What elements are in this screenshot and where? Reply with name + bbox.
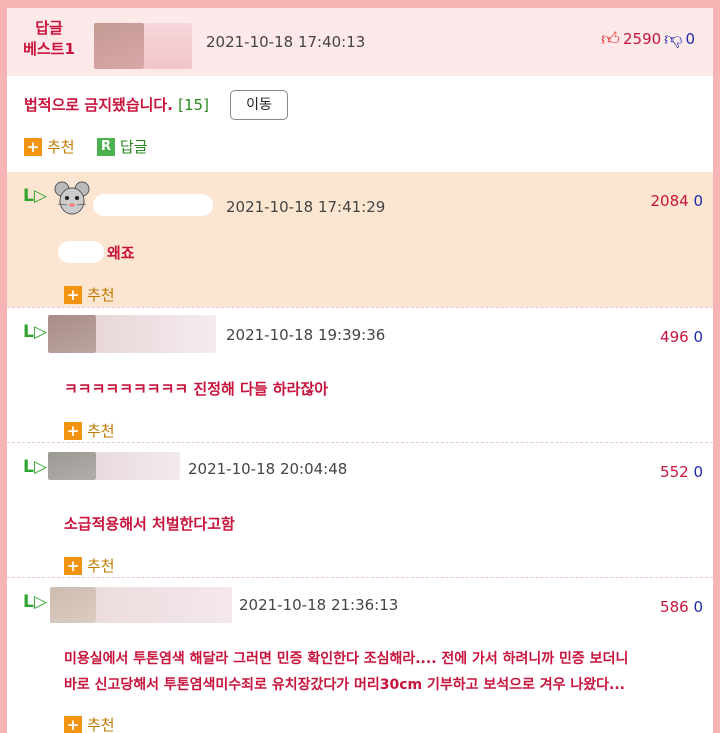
plus-icon: + — [64, 421, 82, 440]
reply-date: 2021-10-18 19:39:36 — [226, 326, 386, 344]
reply-text-line2: 바로 신고당해서 투톤염색미수죄로 유치장갔다가 머리30cm 기부하고 보석으… — [64, 677, 625, 693]
plus-icon: + — [24, 137, 42, 156]
reply-votes: 586 0 — [660, 598, 703, 616]
thumbs-up-icon[interactable]: 👍︎ — [601, 28, 620, 50]
reply-date: 2021-10-18 21:36:13 — [239, 596, 399, 614]
reply-date: 2021-10-18 20:04:48 — [188, 460, 348, 478]
best-label-line2: 베스트1 — [23, 40, 75, 58]
recommend-button[interactable]: + 추천 — [64, 555, 115, 576]
recommend-button[interactable]: + 추천 — [24, 136, 75, 157]
reply-arrow-icon: L▷ — [23, 322, 47, 342]
upvote-count: 2590 — [622, 30, 662, 48]
downvote-count: 0 — [693, 598, 703, 616]
recommend-label: 추천 — [47, 138, 75, 156]
downvote-count: 0 — [685, 30, 695, 48]
best-reply-header: 답글 베스트1 2021-10-18 17:40:13 👍︎ 2590 👎︎ 0 — [7, 8, 713, 76]
r-icon: R — [97, 137, 115, 156]
reply-item: L▷ 2021-10-18 21:36:13 586 0 미용실에서 투톤염색 … — [7, 578, 713, 733]
recommend-button[interactable]: + 추천 — [64, 284, 115, 305]
upvote-count: 586 — [660, 598, 689, 616]
reply-label: 답글 — [120, 138, 148, 156]
reply-text: 미용실에서 투톤염색 해달라 그러면 민증 확인한다 조심해라.... 전에 가… — [64, 646, 628, 698]
author-avatar-blurred — [50, 587, 96, 623]
recommend-button[interactable]: + 추천 — [64, 714, 115, 733]
plus-icon: + — [64, 556, 82, 575]
reply-item: L▷ 2021-10-18 19:39:36 496 0 ㅋㅋㅋㅋㅋㅋㅋㅋㅋ 진… — [7, 308, 713, 442]
post-title-text: 법적으로 금지됐습니다. — [24, 96, 173, 114]
reply-button[interactable]: R 답글 — [97, 136, 148, 157]
reply-item: L▷ 2021-10-18 17:41:29 2084 0 왜죠 + 추천 — [7, 172, 713, 307]
best-label-line1: 답글 — [35, 19, 63, 37]
author-name-blurred — [93, 194, 213, 216]
author-name-blurred — [96, 452, 180, 480]
upvote-count: 496 — [660, 328, 689, 346]
reply-arrow-icon: L▷ — [23, 592, 47, 612]
reply-text: ㅋㅋㅋㅋㅋㅋㅋㅋㅋ 진정해 다들 하라잖아 — [64, 380, 329, 398]
author-name-blurred — [144, 23, 192, 69]
author-avatar-blurred — [48, 452, 96, 480]
author-name-blurred — [96, 587, 232, 623]
post-title[interactable]: 법적으로 금지됐습니다. [15] — [24, 94, 209, 115]
reply-arrow-icon: L▷ — [23, 186, 47, 206]
reply-arrow-icon: L▷ — [23, 457, 47, 477]
upvote-count: 552 — [660, 463, 689, 481]
reply-text: 소급적용해서 처벌한다고함 — [64, 515, 235, 533]
downvote-count: 0 — [693, 192, 703, 210]
recommend-label: 추천 — [87, 557, 115, 575]
best-date: 2021-10-18 17:40:13 — [206, 33, 366, 51]
recommend-label: 추천 — [87, 422, 115, 440]
thumbs-down-icon[interactable]: 👎︎ — [664, 28, 682, 50]
reply-date: 2021-10-18 17:41:29 — [226, 198, 386, 216]
plus-icon: + — [64, 285, 82, 304]
reply-votes: 552 0 — [660, 463, 703, 481]
reply-votes: 496 0 — [660, 328, 703, 346]
recommend-label: 추천 — [87, 716, 115, 733]
move-button[interactable]: 이동 — [230, 90, 288, 120]
mention-blurred — [58, 241, 104, 263]
downvote-count: 0 — [693, 463, 703, 481]
reply-item: L▷ 2021-10-18 20:04:48 552 0 소급적용해서 처벌한다… — [7, 443, 713, 577]
recommend-label: 추천 — [87, 286, 115, 304]
comment-panel: 답글 베스트1 2021-10-18 17:40:13 👍︎ 2590 👎︎ 0… — [7, 8, 713, 733]
upvote-count: 2084 — [650, 192, 689, 210]
reply-count: [15] — [178, 96, 209, 114]
best-badge: 답글 베스트1 — [17, 18, 81, 60]
reply-votes: 2084 0 — [650, 192, 703, 210]
author-avatar-blurred — [48, 315, 96, 353]
downvote-count: 0 — [693, 328, 703, 346]
mouse-avatar-icon — [54, 181, 90, 215]
reply-text-line1: 미용실에서 투톤염색 해달라 그러면 민증 확인한다 조심해라.... 전에 가… — [64, 651, 629, 667]
plus-icon: + — [64, 715, 82, 733]
reply-text: 왜죠 — [107, 244, 135, 262]
recommend-button[interactable]: + 추천 — [64, 420, 115, 441]
author-avatar-blurred — [94, 23, 144, 69]
author-name-blurred — [96, 315, 216, 353]
best-votes: 👍︎ 2590 👎︎ 0 — [601, 28, 695, 50]
